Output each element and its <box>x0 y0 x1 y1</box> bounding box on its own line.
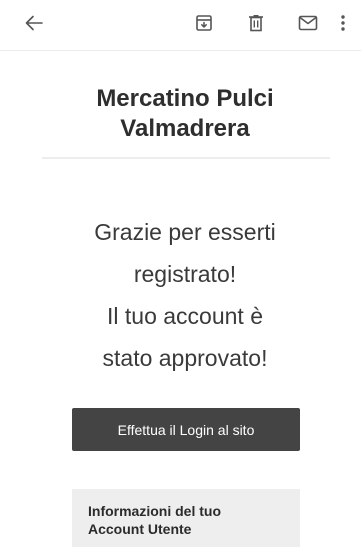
mail-icon[interactable] <box>296 11 320 35</box>
email-toolbar <box>0 0 361 51</box>
title-divider <box>42 157 330 159</box>
delete-icon[interactable] <box>244 11 268 35</box>
email-view: Mercatino Pulci Valmadrera Grazie per es… <box>0 0 361 547</box>
more-vertical-icon[interactable] <box>335 11 351 35</box>
account-info-title: Informazioni del tuo Account Utente <box>88 503 221 537</box>
login-button[interactable]: Effettua il Login al sito <box>72 408 300 451</box>
approval-message: Grazie per esserti registrato! Il tuo ac… <box>94 219 276 371</box>
archive-icon[interactable] <box>192 11 216 35</box>
email-title: Mercatino Pulci Valmadrera <box>96 85 274 142</box>
account-info-box: Informazioni del tuo Account Utente <box>72 489 300 547</box>
back-arrow-icon[interactable] <box>22 11 46 35</box>
